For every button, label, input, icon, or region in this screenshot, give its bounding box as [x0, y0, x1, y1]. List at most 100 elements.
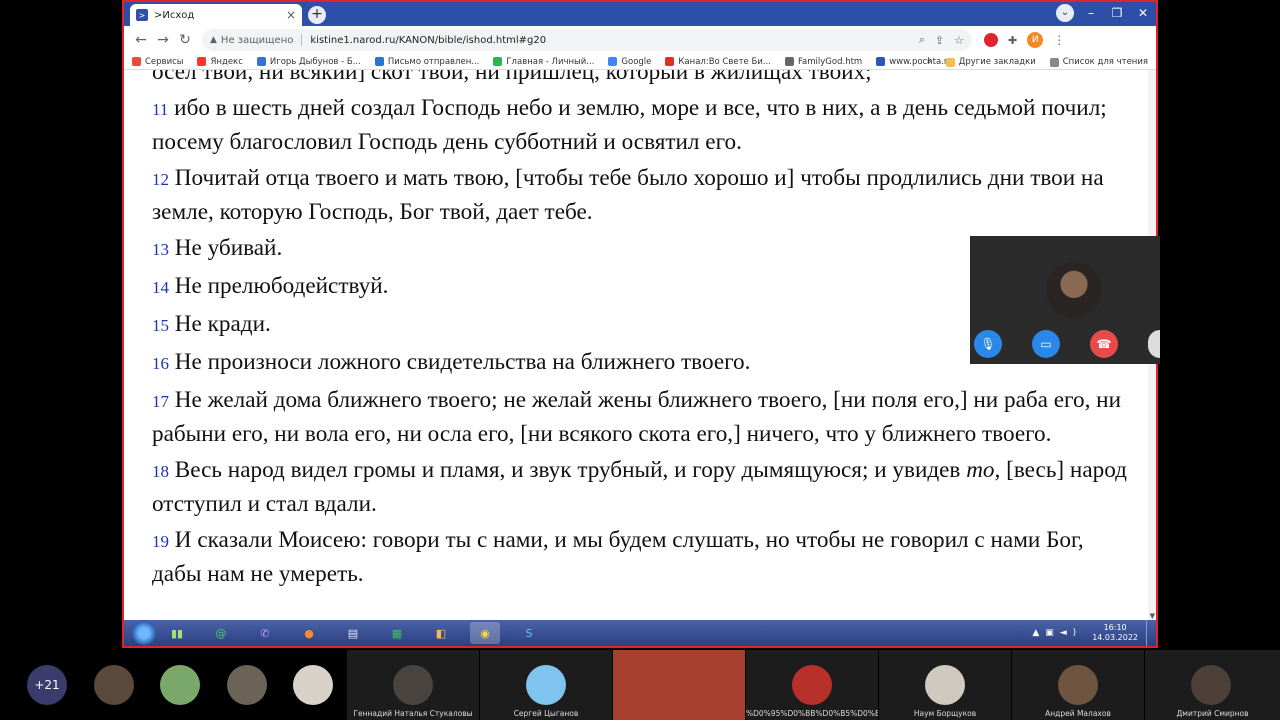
windows-taskbar: ▮▮ @ ✆ ● ▤ ▦ ◧ ◉ S ▲▣◄) 16:10 14.03.2022: [124, 620, 1156, 646]
participant-avatar: [393, 665, 433, 705]
clock-time: 16:10: [1103, 623, 1127, 632]
hangup-icon[interactable]: ☎: [1090, 330, 1118, 358]
site-icon: [256, 57, 266, 66]
scroll-down-icon[interactable]: ▼: [1150, 612, 1155, 620]
verse-text: осел твой, ни всякий] скот твой, ни приш…: [152, 70, 872, 85]
verse-text: Не кради.: [174, 311, 271, 337]
participant-tile[interactable]: Андрей Малахов: [1012, 650, 1144, 720]
verse-number[interactable]: 12: [152, 170, 169, 189]
verse-number[interactable]: 11: [152, 100, 168, 119]
bookmark-label: Канал:Во Свете Би...: [678, 56, 771, 67]
globe-icon: [784, 57, 794, 66]
taskbar-chrome-icon[interactable]: ◉: [470, 622, 500, 644]
taskbar-at-icon[interactable]: @: [206, 622, 236, 644]
forward-icon[interactable]: →: [152, 29, 174, 51]
bookmark-yandex[interactable]: Яндекс: [197, 56, 243, 67]
address-bar[interactable]: ▲ Не защищено kistine1.narod.ru/KANON/bi…: [202, 29, 972, 51]
start-button[interactable]: [132, 621, 156, 645]
verse-text: Не прелюбодействуй.: [174, 273, 389, 299]
address-divider: [301, 34, 303, 46]
verse-18: 18 Весь народ видел громы и пламя, и зву…: [152, 454, 1132, 520]
participant-video-tile[interactable]: [613, 650, 745, 720]
bookmark-label: Яндекс: [210, 56, 243, 67]
verse-number[interactable]: 16: [152, 354, 169, 373]
participant-tile[interactable]: Геннадий Наталья Стукаловы: [347, 650, 479, 720]
participant-avatar[interactable]: [160, 665, 200, 705]
browser-tab[interactable]: > >Исход ×: [130, 4, 302, 26]
bookmark-mail[interactable]: Письмо отправлен...: [374, 57, 479, 67]
clock[interactable]: 16:10 14.03.2022: [1092, 623, 1138, 643]
verse-17: 17 Не желай дома ближнего твоего; не жел…: [152, 384, 1132, 450]
participant-avatar[interactable]: [94, 665, 134, 705]
presenter-video: [1046, 262, 1102, 318]
tray-icons[interactable]: ▲▣◄): [1032, 628, 1082, 638]
show-desktop-button[interactable]: [1146, 620, 1152, 646]
browser-menu-icon[interactable]: ⋮: [1053, 33, 1065, 47]
verse-19: 19 И сказали Моисею: говори ты с нами, и…: [152, 524, 1132, 590]
verse-number[interactable]: 15: [152, 316, 169, 335]
taskbar-excel-icon[interactable]: ▦: [382, 622, 412, 644]
bookmark-label: Google: [621, 56, 652, 67]
partial-verse: осел твой, ни всякий] скот твой, ни приш…: [152, 70, 1132, 88]
profile-avatar[interactable]: И: [1027, 32, 1044, 48]
participant-avatar[interactable]: [293, 665, 333, 705]
taskbar-stats-icon[interactable]: ▮▮: [162, 622, 192, 644]
camera-icon[interactable]: ▭: [1032, 330, 1060, 358]
extensions-puzzle-icon[interactable]: ✚: [1008, 34, 1017, 47]
browser-tab-strip: > >Исход × + ⌄ – ❐ ✕: [124, 2, 1156, 26]
verse-italic-text: то,: [966, 457, 1001, 483]
google-icon: [608, 57, 618, 66]
share-icon[interactable]: ⇪: [935, 34, 944, 47]
bookmarks-bar: Сервисы Яндекс Игорь Дыбунов - Б... Пись…: [124, 54, 1156, 70]
bookmark-channel[interactable]: Канал:Во Свете Би...: [665, 57, 771, 67]
bookmark-label: Сервисы: [145, 56, 184, 67]
window-controls: ⌄ – ❐ ✕: [1056, 4, 1152, 22]
minimize-icon[interactable]: –: [1082, 6, 1100, 20]
verse-number[interactable]: 14: [152, 278, 169, 297]
taskbar-viber-icon[interactable]: ✆: [250, 622, 280, 644]
close-window-icon[interactable]: ✕: [1134, 6, 1152, 20]
more-controls-icon[interactable]: [1148, 330, 1160, 358]
bookmark-google[interactable]: Google: [608, 57, 651, 67]
bookmarks-more-button[interactable]: »: [927, 57, 932, 67]
taskbar-paint-icon[interactable]: ◧: [426, 622, 456, 644]
restore-icon[interactable]: ❐: [1108, 6, 1126, 20]
camera-preview: 🎙︎ ▭ ☎: [970, 236, 1160, 364]
bookmark-star-icon[interactable]: ☆: [954, 34, 964, 47]
reload-icon[interactable]: ↻: [174, 29, 196, 51]
verse-number[interactable]: 13: [152, 240, 169, 259]
bookmark-dybunov[interactable]: Игорь Дыбунов - Б...: [256, 57, 361, 67]
back-icon[interactable]: ←: [130, 29, 152, 51]
verse-number[interactable]: 19: [152, 532, 169, 551]
bookmark-main[interactable]: Главная - Личный...: [493, 57, 594, 67]
verse-number[interactable]: 18: [152, 462, 169, 481]
verse-text: Не желай дома ближнего твоего; не желай …: [152, 387, 1121, 447]
participant-avatar: [1058, 665, 1098, 705]
verse-text: И сказали Моисею: говори ты с нами, и мы…: [152, 527, 1084, 587]
taskbar-notepad-icon[interactable]: ▤: [338, 622, 368, 644]
new-tab-button[interactable]: +: [308, 6, 326, 24]
taskbar-skype-icon[interactable]: S: [514, 622, 544, 644]
zoom-icon[interactable]: ⌕: [919, 33, 925, 47]
participant-name: Сергей Цыганов: [513, 709, 579, 718]
tab-close-icon[interactable]: ×: [286, 8, 296, 22]
more-participants-button[interactable]: +21: [27, 665, 67, 705]
participant-avatar: [1191, 665, 1231, 705]
verse-number[interactable]: 17: [152, 392, 169, 411]
bookmark-other[interactable]: Другие закладки: [945, 57, 1036, 67]
bookmark-services[interactable]: Сервисы: [132, 57, 183, 67]
bookmark-familygod[interactable]: FamilyGod.htm: [784, 57, 862, 67]
tab-title: >Исход: [154, 9, 195, 21]
participant-tile[interactable]: Дмитрий Смирнов: [1145, 650, 1280, 720]
taskbar-firefox-icon[interactable]: ●: [294, 622, 324, 644]
participant-tile[interactable]: Наум Борщуков: [879, 650, 1011, 720]
microphone-icon[interactable]: 🎙︎: [974, 330, 1002, 358]
tab-search-icon[interactable]: ⌄: [1056, 4, 1074, 22]
opera-extension-icon[interactable]: [984, 33, 998, 47]
leaf-icon: [493, 57, 503, 66]
participant-tile[interactable]: Сергей Цыганов: [480, 650, 612, 720]
youtube-icon: [665, 57, 675, 66]
participant-tile[interactable]: %D0%95%D0%BB%D0%B5%D0%B...: [746, 650, 878, 720]
bookmark-reading-list[interactable]: Список для чтения: [1049, 57, 1148, 67]
participant-avatar[interactable]: [227, 665, 267, 705]
